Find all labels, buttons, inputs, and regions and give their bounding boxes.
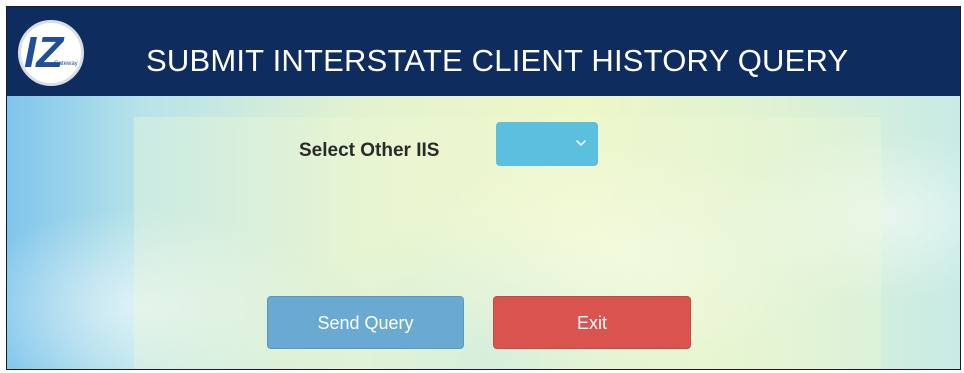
chevron-down-icon <box>576 140 586 146</box>
other-iis-select[interactable] <box>496 122 598 166</box>
logo-mark-text: IZ <box>24 28 65 77</box>
page-title: SUBMIT INTERSTATE CLIENT HISTORY QUERY <box>146 43 849 78</box>
logo-subtext: Gateway <box>54 61 78 67</box>
exit-button[interactable]: Exit <box>493 296 691 349</box>
iz-gateway-logo: IZ Gateway <box>18 20 84 86</box>
page-header: IZ Gateway SUBMIT INTERSTATE CLIENT HIST… <box>7 7 960 96</box>
app-window: IZ Gateway SUBMIT INTERSTATE CLIENT HIST… <box>6 6 961 370</box>
iz-logo-mark: IZ Gateway <box>24 28 78 77</box>
send-query-button[interactable]: Send Query <box>267 296 464 349</box>
select-other-iis-label: Select Other IIS <box>299 140 440 161</box>
